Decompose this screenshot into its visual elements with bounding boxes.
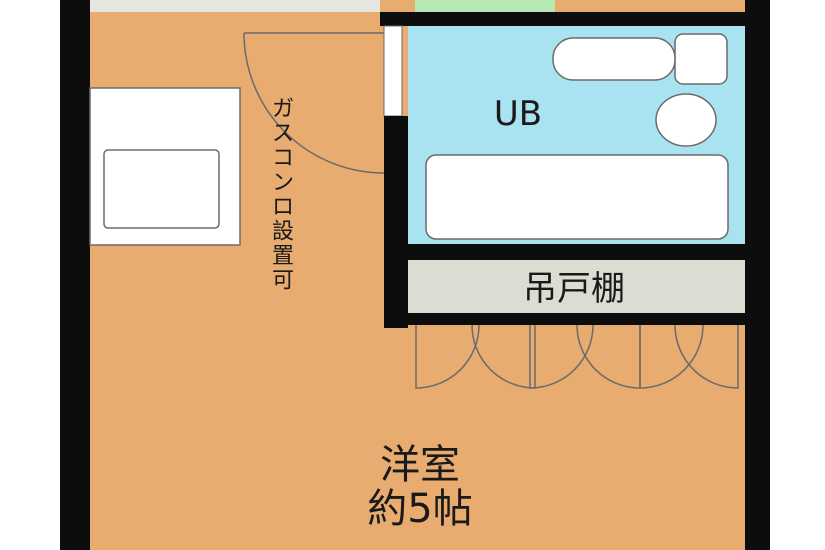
- gas-stove-note-char: ス: [272, 122, 294, 147]
- top-wall: [380, 12, 745, 26]
- storage-wall-bottom: [408, 313, 745, 325]
- room-name-label: 洋室: [380, 442, 460, 488]
- gas-stove-note-char: ガ: [272, 97, 294, 122]
- floorplan: UB 吊戸棚 ガスコンロ設置可 洋室 約5帖: [60, 0, 770, 550]
- room-size-label: 約5帖: [367, 486, 472, 532]
- outer-wall-right: [745, 0, 770, 550]
- wash-basin: [655, 93, 717, 147]
- storage-label: 吊戸棚: [523, 269, 625, 309]
- bathtub: [425, 154, 729, 240]
- outer-wall-left: [60, 0, 90, 550]
- unit-bath-label: UB: [494, 94, 542, 134]
- gas-stove-note-char: コ: [272, 146, 294, 171]
- bath-wall-bottom: [408, 244, 745, 260]
- gas-stove-note-char: 設: [272, 220, 294, 245]
- toilet-bowl: [552, 37, 676, 81]
- toilet-tank: [674, 33, 728, 85]
- gas-stove-note-char: 置: [272, 244, 294, 269]
- gas-stove-note-char: 可: [272, 269, 294, 294]
- kitchen-sink: [103, 149, 220, 229]
- gas-stove-note: ガスコンロ設置可: [272, 97, 294, 294]
- gas-stove-note-char: ロ: [272, 195, 294, 220]
- top-strip-left: [90, 0, 380, 12]
- entrance-door-jamb: [383, 25, 403, 117]
- gas-stove-note-char: ン: [272, 171, 294, 196]
- bath-wall-left: [384, 116, 408, 328]
- top-strip-green: [415, 0, 555, 12]
